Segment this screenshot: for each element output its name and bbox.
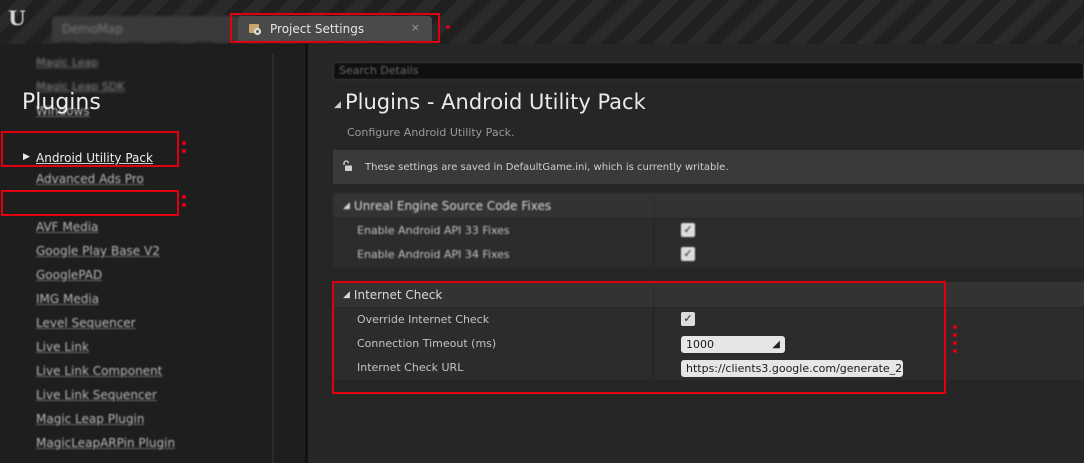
property-row: Connection Timeout (ms) 1000 ◢ [333, 332, 1084, 356]
property-checkbox[interactable]: ✓ [681, 247, 695, 261]
tab-demo-map[interactable]: DemoMap [52, 16, 242, 42]
collapse-caret-icon: ◢ [343, 200, 350, 211]
settings-gear-icon [248, 22, 262, 36]
page-subtitle: Configure Android Utility Pack. [347, 126, 515, 139]
tab-bar: U DemoMap Project Settings × [0, 0, 1084, 44]
sidebar-item[interactable]: Advanced Ads Pro [36, 172, 144, 186]
connection-timeout-input[interactable]: 1000 ◢ [681, 336, 785, 353]
sidebar-item[interactable]: AVF Media [36, 220, 98, 234]
column-divider [653, 308, 654, 332]
sidebar-item[interactable]: Live Link Sequencer [36, 388, 157, 402]
page-title: Plugins - Android Utility Pack [345, 90, 646, 114]
sidebar-item-android-utility-pack[interactable]: Android Utility Pack [36, 151, 153, 165]
property-row: Internet Check URL https://clients3.googl… [333, 356, 1084, 380]
property-label: Enable Android API 34 Fixes [357, 248, 510, 261]
close-tab-icon[interactable]: × [411, 21, 420, 34]
property-label: Connection Timeout (ms) [357, 337, 497, 350]
input-value: 1000 [686, 338, 714, 351]
column-divider [653, 282, 654, 307]
details-panel: Search Details ◢ Plugins - Android Utili… [308, 44, 1084, 463]
notice-text: These settings are saved in DefaultGame.… [365, 161, 729, 173]
column-divider [653, 219, 654, 243]
category-header[interactable]: ◢ Unreal Engine Source Code Fixes [333, 193, 1084, 218]
sidebar-item[interactable]: GooglePAD [36, 268, 102, 282]
category-header[interactable]: ◢ Internet Check [333, 282, 1084, 307]
config-notice: These settings are saved in DefaultGame.… [333, 150, 1084, 184]
tab-project-settings[interactable]: Project Settings × [238, 16, 432, 42]
search-details-input[interactable]: Search Details [333, 62, 1084, 80]
unlock-icon [341, 159, 355, 175]
sidebar-item[interactable]: Live Link Component [36, 364, 162, 378]
collapse-caret-icon[interactable]: ◢ [334, 100, 341, 110]
category-title: Unreal Engine Source Code Fixes [353, 198, 552, 213]
sidebar-item[interactable]: Level Sequencer [36, 316, 136, 330]
tab-label: Project Settings [270, 22, 365, 36]
property-label: Override Internet Check [357, 313, 490, 326]
column-divider [653, 356, 654, 380]
sidebar-scrollbar[interactable] [272, 54, 274, 463]
sidebar-item[interactable]: Google Play Base V2 [36, 244, 160, 258]
property-row: Enable Android API 34 Fixes ✓ [333, 243, 1084, 267]
sidebar-section-plugins: Plugins [22, 90, 101, 115]
resize-handle-icon[interactable]: ◢ [772, 336, 780, 353]
property-label: Enable Android API 33 Fixes [357, 224, 510, 237]
column-divider [653, 243, 654, 267]
property-checkbox[interactable]: ✓ [681, 312, 695, 326]
sidebar-item[interactable]: Live Link [36, 340, 89, 354]
column-divider [653, 332, 654, 356]
property-row: Enable Android API 33 Fixes ✓ [333, 219, 1084, 243]
category-title: Internet Check [353, 287, 443, 302]
sidebar-item[interactable]: Magic Leap Plugin [36, 412, 144, 426]
collapse-caret-icon: ◢ [343, 289, 350, 300]
empty-area [333, 391, 1084, 463]
tab-label: DemoMap [62, 22, 123, 36]
unreal-logo-icon: U [8, 6, 26, 30]
sidebar-item[interactable]: Magic Leap [36, 56, 98, 69]
internet-check-url-input[interactable]: https://clients3.google.com/generate_204 [681, 360, 903, 377]
property-checkbox[interactable]: ✓ [681, 223, 695, 237]
sidebar-item[interactable]: IMG Media [36, 292, 99, 306]
property-label: Internet Check URL [357, 361, 464, 374]
column-divider [653, 193, 654, 218]
sidebar-item[interactable]: MagicLeapARPin Plugin [36, 436, 175, 450]
property-row: Override Internet Check ✓ [333, 308, 1084, 332]
expand-caret-icon: ▶ [23, 152, 30, 162]
